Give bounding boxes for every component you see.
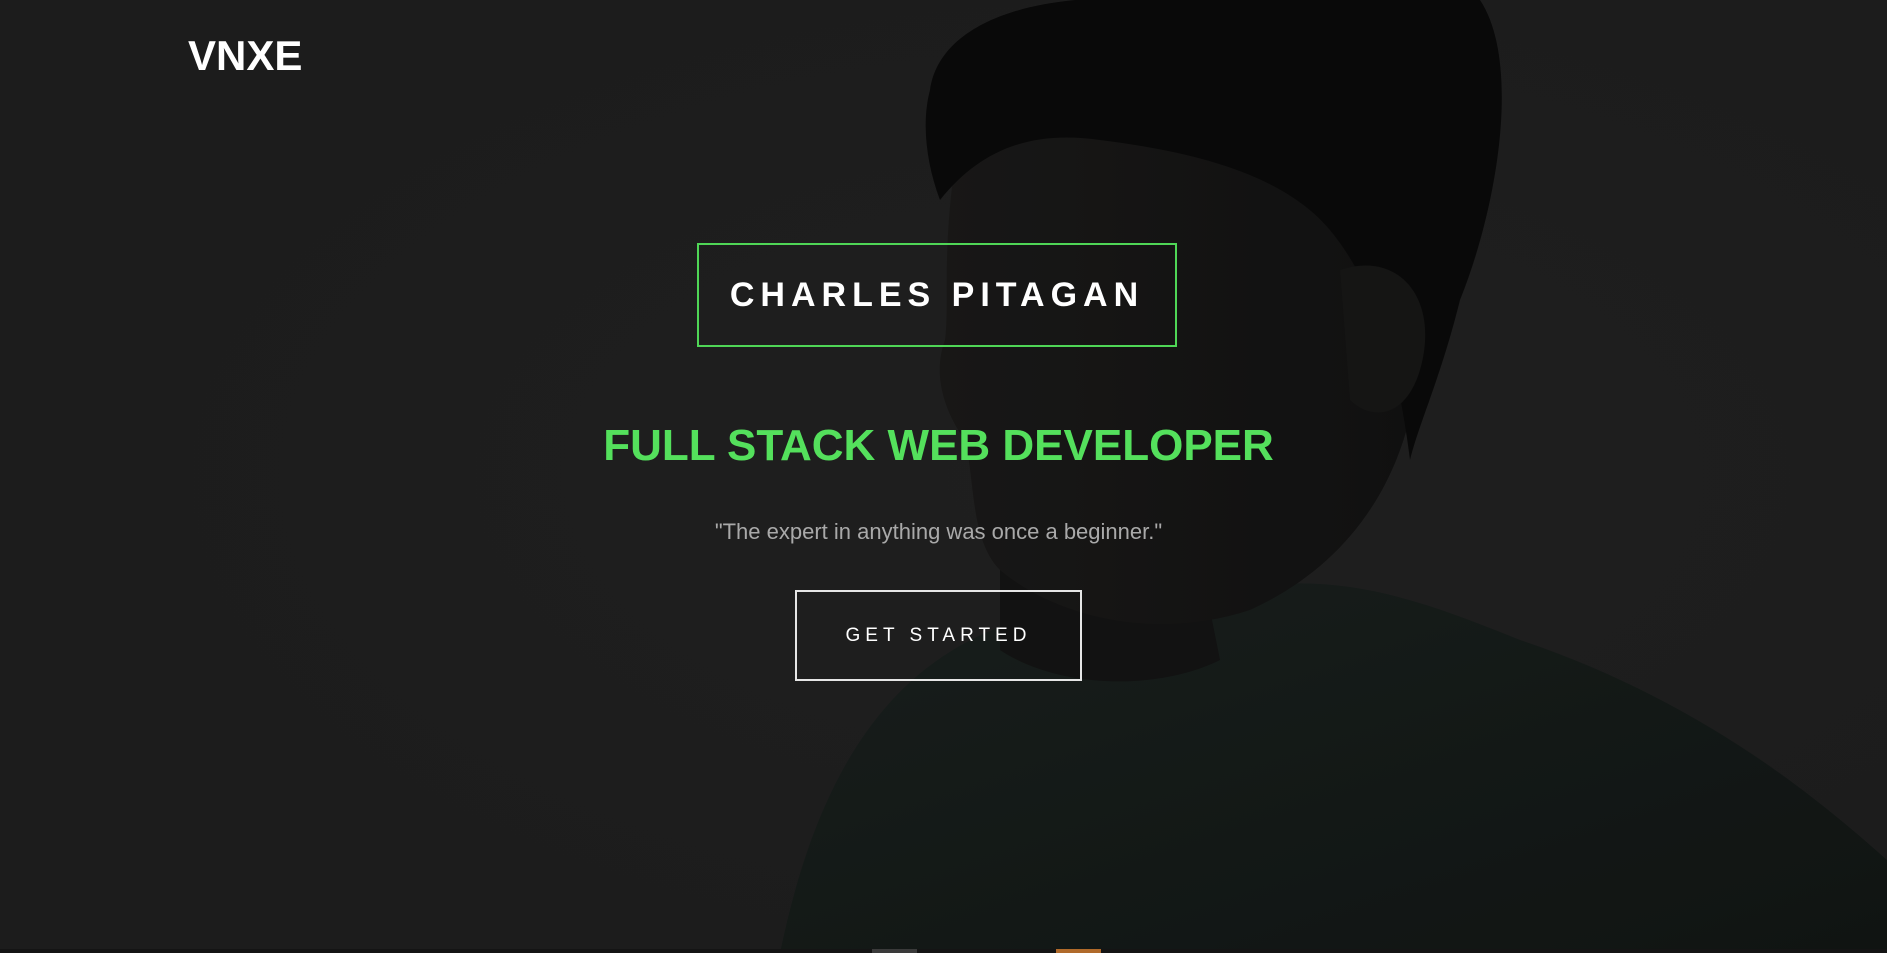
bottom-indicator-left [872, 949, 917, 953]
hero-section: VNXE CHARLES PITAGAN FULL STACK WEB DEVE… [0, 0, 1887, 953]
bottom-indicator-right [1056, 949, 1101, 953]
hero-name: CHARLES PITAGAN [729, 275, 1145, 314]
hero-quote: "The expert in anything was once a begin… [714, 519, 1163, 544]
hero-content: CHARLES PITAGAN FULL STACK WEB DEVELOPER… [0, 0, 1877, 953]
get-started-button[interactable]: GET STARTED [795, 590, 1082, 681]
bottom-edge-bar [0, 949, 1887, 953]
name-frame: CHARLES PITAGAN [697, 243, 1177, 347]
hero-role-title: FULL STACK WEB DEVELOPER [603, 421, 1274, 470]
